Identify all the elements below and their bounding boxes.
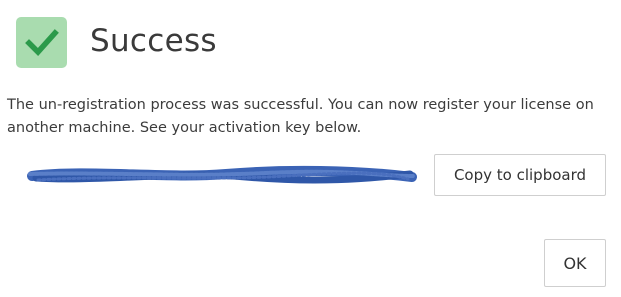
dialog-message: The un-registration process was successf… xyxy=(7,97,594,136)
redaction-scribble xyxy=(27,165,417,184)
ok-button[interactable]: OK xyxy=(544,239,606,287)
dialog-title: Success xyxy=(90,23,217,59)
copy-to-clipboard-button[interactable]: Copy to clipboard xyxy=(434,154,606,196)
success-icon-tile xyxy=(16,17,67,68)
checkmark-icon xyxy=(25,29,59,57)
success-dialog: Success The un-registration process was … xyxy=(0,0,621,297)
activation-key-redacted xyxy=(26,164,418,188)
